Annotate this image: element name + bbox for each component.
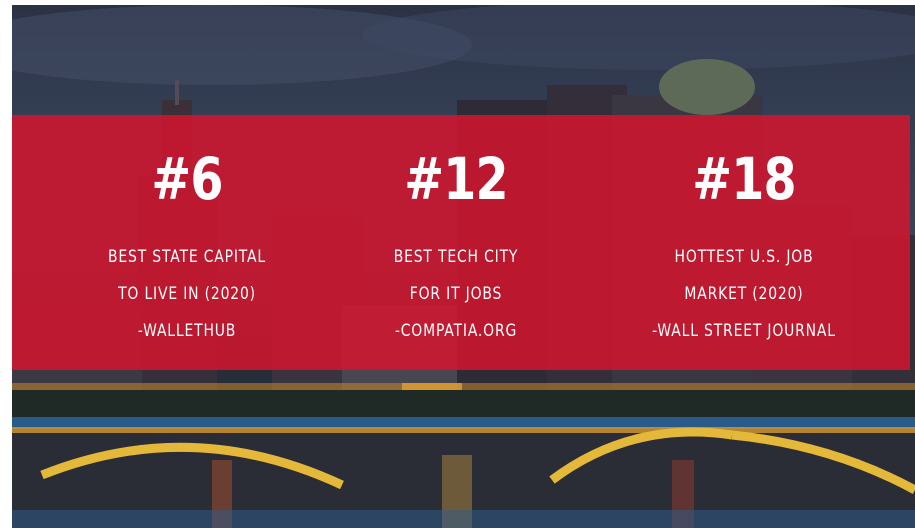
stat-line: Best Tech City <box>393 247 519 267</box>
stat-line: Market (2020) <box>684 284 804 304</box>
hero-banner: #6 Best State Capital to Live In (2020) … <box>0 0 915 528</box>
stat-line: -WalletHub <box>137 321 237 341</box>
stat-line: -Wall Street Journal <box>652 321 836 341</box>
stat-line: Best State Capital <box>108 247 266 267</box>
stat-description: Hottest U.S. Job Market (2020) -Wall Str… <box>621 239 867 350</box>
stat-card: #6 Best State Capital to Live In (2020) … <box>37 115 337 370</box>
stats-overlay: #6 Best State Capital to Live In (2020) … <box>12 115 910 370</box>
stat-line: to Live In (2020) <box>118 284 256 304</box>
stat-line: Hottest U.S. Job <box>674 247 814 267</box>
stat-card: #18 Hottest U.S. Job Market (2020) -Wall… <box>594 115 894 370</box>
stat-line: -CompaTIA.org <box>394 321 518 341</box>
stat-rank: #18 <box>692 145 796 213</box>
stat-card: #12 Best Tech City for IT Jobs -CompaTIA… <box>306 115 606 370</box>
stat-rank: #6 <box>151 145 223 213</box>
stat-rank: #12 <box>404 145 508 213</box>
stat-line: for IT Jobs <box>409 284 503 304</box>
stat-description: Best Tech City for IT Jobs -CompaTIA.org <box>333 239 579 350</box>
stat-description: Best State Capital to Live In (2020) -Wa… <box>64 239 310 350</box>
